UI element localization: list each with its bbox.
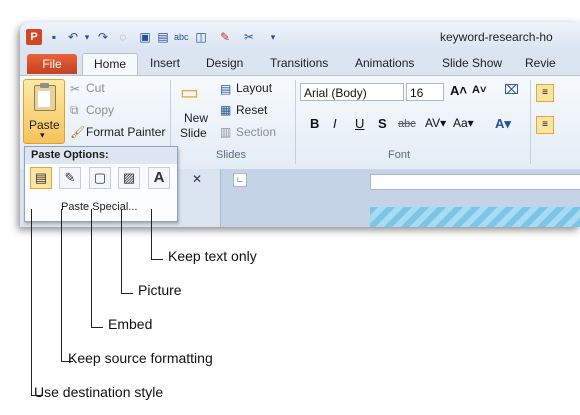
shadow-icon[interactable]: S [378,116,387,131]
group-separator [530,80,531,164]
cut-button[interactable]: Cut [86,81,105,95]
font-size-combo[interactable]: 16 [406,83,444,101]
keep-text-only-icon[interactable]: A [148,167,170,189]
callout-tick-keep-text [151,259,163,260]
quick-access-toolbar: P ▪ ↶ ▾ ↷ ◌ ▣ ▤ abc ◫ ✎ ✂ ▾ keyword-rese… [20,22,580,52]
strikethrough-icon[interactable]: abc [398,118,416,130]
embed-icon[interactable]: ▢ [89,167,111,189]
section-button[interactable]: Section [236,125,276,139]
tab-review[interactable]: Revie [525,56,556,70]
powerpoint-logo-icon[interactable]: P [26,29,42,45]
shrink-font-icon[interactable]: A˅ [472,84,486,96]
slides-group-label: Slides [216,149,246,161]
bold-icon[interactable]: B [310,116,319,131]
group-separator [295,80,296,164]
undo-dropdown-icon[interactable]: ▾ [80,30,94,44]
picture-icon[interactable]: ▨ [118,167,140,189]
save-icon[interactable]: ▪ [47,30,61,44]
callout-line-use-destination [31,209,32,396]
redo-icon[interactable]: ↷ [96,30,110,44]
layout-icon: ▤ [220,82,232,96]
font-color-icon[interactable]: ✎ [218,30,232,44]
powerpoint-window: P ▪ ↶ ▾ ↷ ◌ ▣ ▤ abc ◫ ✎ ✂ ▾ keyword-rese… [20,22,580,227]
grow-font-icon[interactable]: A˄ [450,83,467,98]
callout-tick-picture [121,293,133,294]
character-spacing-icon[interactable]: AV▾ [425,116,446,130]
tab-slide-show[interactable]: Slide Show [442,56,502,70]
bullets-icon[interactable]: ≡ [536,84,554,102]
underline-icon[interactable]: U [355,116,364,131]
window-title: keyword-research-ho [440,30,553,44]
print-preview-icon[interactable]: ▤ [156,30,170,44]
format-painter-button[interactable]: Format Painter [86,125,165,139]
layout-button[interactable]: Layout [236,81,272,95]
close-pane-icon[interactable]: ✕ [192,172,202,186]
tab-insert[interactable]: Insert [150,56,180,70]
reset-icon: ▦ [220,103,232,117]
label-embed: Embed [108,316,153,332]
tab-home[interactable]: Home [82,53,138,76]
tab-design[interactable]: Design [206,56,243,70]
tab-stop-icon[interactable]: ∟ [233,173,247,187]
label-keep-text-only: Keep text only [168,248,257,264]
paste-options-menu: Paste Options: ▤ ✎ ▢ ▨ A Paste Special..… [24,146,178,222]
format-painter-icon: 🖌 [70,125,86,139]
paste-options-header: Paste Options: [25,147,177,164]
change-case-icon[interactable]: Aa▾ [453,116,474,130]
undo-icon[interactable]: ↶ [66,30,80,44]
slide-canvas[interactable] [370,207,580,227]
slideshow-icon[interactable]: ▣ [138,30,152,44]
clipboard-icon [34,83,56,111]
tab-animations[interactable]: Animations [355,56,414,70]
tools-icon[interactable]: ✂ [242,30,256,44]
reset-button[interactable]: Reset [236,103,267,117]
callout-line-keep-source [61,209,62,362]
customize-toolbar-icon[interactable]: ▾ [266,30,280,44]
section-icon: ▥ [220,125,232,139]
callout-line-picture [121,209,122,294]
tab-file[interactable]: File [27,54,77,74]
spelling-icon[interactable]: abc [174,30,189,44]
clear-formatting-icon[interactable]: ⌧ [504,82,519,98]
paste-special-item[interactable]: Paste Special... [61,201,137,213]
label-use-destination-style: Use destination style [34,384,164,400]
label-keep-source-formatting: Keep source formatting [68,350,213,366]
keep-source-formatting-icon[interactable]: ✎ [59,167,81,189]
ribbon-tabs: File Home Insert Design Transitions Anim… [20,52,580,76]
label-picture: Picture [138,282,182,298]
use-destination-style-icon[interactable]: ▤ [30,167,52,189]
font-color-icon[interactable]: A▾ [495,116,511,132]
align-left-icon[interactable]: ≡ [536,116,554,134]
callout-line-embed [91,209,92,328]
new-slide-label: Slide [180,126,207,140]
cut-icon: ✂ [70,82,81,96]
new-slide-icon: ▭ [180,82,199,104]
chart-icon[interactable]: ◫ [194,30,208,44]
callout-tick-embed [91,327,103,328]
new-slide-button[interactable]: New [184,111,208,125]
paste-dropdown-icon: ▾ [40,130,45,140]
copy-button[interactable]: Copy [86,103,114,117]
horizontal-ruler[interactable] [370,174,580,190]
paste-button[interactable]: Paste ▾ [23,79,65,144]
font-group-label: Font [388,149,411,161]
tab-transitions[interactable]: Transitions [270,56,328,70]
copy-icon: ⧉ [70,103,79,117]
repeat-icon[interactable]: ◌ [116,30,130,44]
font-name-combo[interactable]: Arial (Body) [300,83,404,101]
italic-icon[interactable]: I [333,116,337,131]
callout-line-keep-text [151,209,152,260]
